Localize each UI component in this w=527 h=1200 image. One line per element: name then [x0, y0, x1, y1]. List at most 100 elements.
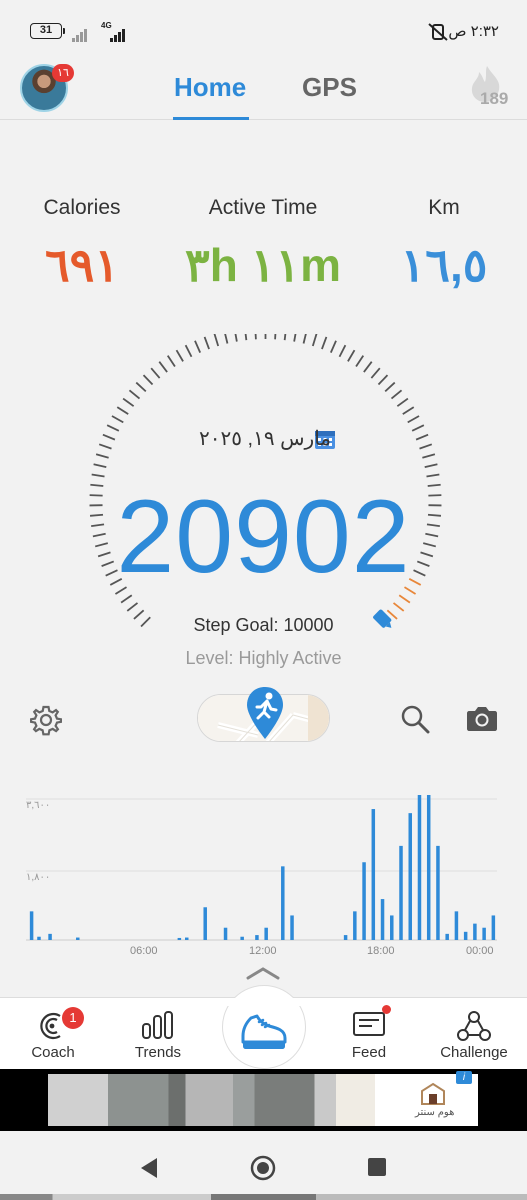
chart-bar: [454, 911, 459, 940]
nav-trends[interactable]: Trends: [118, 998, 198, 1070]
fab-border-mask: [222, 998, 306, 1006]
gauge-tick: [396, 397, 409, 407]
chart-bar: [371, 809, 376, 940]
x-tick: 12:00: [249, 945, 277, 957]
gauge-tick: [411, 424, 425, 432]
signal-icon: [72, 24, 88, 42]
x-tick: 18:00: [367, 945, 395, 957]
gauge-tick: [419, 443, 433, 450]
chart-bar: [380, 899, 385, 940]
chart-bar: [264, 927, 268, 940]
chart-bar: [223, 927, 228, 940]
home-icon[interactable]: [250, 1155, 276, 1181]
chart-bar: [426, 795, 431, 940]
x-tick: 06:00: [130, 945, 158, 957]
gauge-tick: [415, 433, 429, 441]
chart-bar: [463, 931, 468, 940]
shoe-icon[interactable]: [239, 1008, 289, 1054]
gauge-tick: [347, 349, 356, 362]
gauge-tick: [93, 463, 107, 468]
km-value: ١٦,٥: [400, 239, 488, 291]
chart-bar: [445, 933, 449, 940]
gear-icon[interactable]: [30, 704, 62, 736]
ad-image[interactable]: [48, 1074, 478, 1126]
step-goal: Step Goal: 10000: [193, 615, 334, 635]
gauge-tick: [244, 334, 248, 341]
chart-bar: [240, 936, 244, 940]
status-bar: 31 4G ٢:٣٢ ص: [0, 0, 527, 56]
chart-bar: [290, 915, 294, 940]
battery-icon: 31: [30, 23, 65, 39]
gauge-tick: [384, 381, 396, 393]
nav-trends-label: Trends: [134, 1044, 182, 1061]
date-label[interactable]: مارس ١٩, ٢٠٢٥: [160, 426, 370, 452]
ad-info-icon[interactable]: i: [456, 1071, 472, 1084]
chart-bar: [48, 933, 52, 940]
back-icon[interactable]: [139, 1157, 159, 1179]
brand-logo-icon: [421, 1082, 445, 1105]
chart-bar: [177, 937, 182, 940]
gauge-tick: [213, 334, 220, 347]
chart-bar: [281, 866, 285, 940]
chart-bar: [399, 845, 403, 940]
calories-value: ٦٩١: [44, 239, 120, 291]
gauge-tick: [293, 334, 297, 342]
chart-bar: [29, 911, 34, 940]
gauge-tick: [329, 340, 337, 354]
signal-icon-2: [110, 24, 126, 42]
chart-bar: [417, 795, 422, 940]
gauge-tick: [91, 473, 105, 478]
gauge-tick: [106, 424, 120, 432]
nav-challenge[interactable]: Challenge: [432, 998, 516, 1070]
gauge-tick: [363, 361, 373, 373]
chart-bar: [491, 915, 496, 940]
camera-icon[interactable]: [466, 704, 498, 732]
search-icon[interactable]: [400, 704, 430, 734]
app-header: ١٦ Home GPS 189: [0, 56, 527, 120]
activity-level: Level: Highly Active: [185, 648, 342, 668]
chart-bar: [37, 936, 41, 940]
gauge-tick: [224, 334, 229, 344]
chart-bar: [390, 915, 394, 940]
gauge-tick: [95, 453, 109, 459]
chart-bar: [76, 937, 80, 940]
recents-icon[interactable]: [368, 1158, 386, 1176]
gauge-tick: [128, 389, 141, 400]
coach-badge: 1: [62, 1007, 84, 1029]
ad-brand-text: هوم سنتر: [415, 1107, 455, 1118]
gauge-tick: [338, 344, 347, 358]
gauge-tick: [321, 336, 328, 350]
chart-bar: [473, 923, 477, 940]
hourly-steps-chart: [26, 795, 497, 941]
gauge-tick: [402, 406, 415, 415]
chart-bar: [203, 907, 207, 940]
gauge-tick: [175, 349, 184, 362]
gauge-tick: [283, 334, 287, 341]
nav-coach[interactable]: 1 Coach: [14, 998, 92, 1070]
gauge-tick: [102, 433, 116, 441]
running-pin-icon[interactable]: [245, 685, 285, 741]
active-tab-indicator: [173, 117, 249, 120]
nav-feed[interactable]: Feed: [332, 998, 406, 1070]
nav-coach-label: Coach: [31, 1044, 75, 1061]
gauge-tick: [407, 415, 420, 424]
gauge-tick: [166, 355, 176, 367]
nav-challenge-label: Challenge: [440, 1044, 508, 1061]
chart-bar: [362, 862, 366, 940]
chart-bar: [255, 935, 259, 940]
tab-home[interactable]: Home: [174, 72, 246, 103]
chart-bar: [482, 927, 486, 940]
gauge-tick: [184, 344, 193, 358]
gauge-tick: [111, 415, 124, 424]
notification-badge: ١٦: [52, 64, 74, 82]
chart-bar: [353, 911, 357, 940]
gauge-tick: [274, 334, 277, 340]
gauge-tick: [302, 334, 307, 344]
tab-gps[interactable]: GPS: [302, 72, 357, 103]
active-time-value: ٣h ١١m: [185, 239, 341, 291]
chevron-up-icon[interactable]: [245, 966, 281, 980]
gauge-tick: [377, 374, 389, 386]
clock: ٢:٣٢ ص: [448, 23, 499, 40]
gauge-tick: [150, 367, 161, 379]
bottom-strip: [0, 1194, 527, 1200]
